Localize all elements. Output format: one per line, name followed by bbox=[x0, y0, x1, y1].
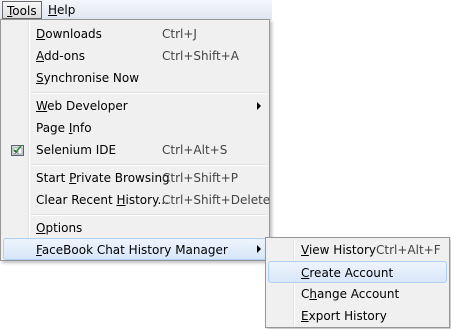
downloads-label: Downloads bbox=[36, 27, 102, 41]
menu-separator bbox=[31, 92, 267, 94]
pageinfo-label: Page Info bbox=[36, 121, 92, 135]
webdev-label: Web Developer bbox=[36, 99, 128, 113]
menu-separator bbox=[31, 214, 267, 216]
menu-separator bbox=[31, 164, 267, 166]
create-account-label: Create Account bbox=[301, 266, 394, 280]
menu-item-downloads[interactable]: Downloads Ctrl+J bbox=[3, 23, 267, 45]
selenium-icon: Se bbox=[11, 145, 24, 156]
submenu-item-view-history[interactable]: View History Ctrl+Alt+F bbox=[268, 239, 447, 261]
addons-shortcut: Ctrl+Shift+A bbox=[162, 49, 239, 63]
menu-item-page-info[interactable]: Page Info bbox=[3, 117, 267, 139]
menu-help[interactable]: Help bbox=[44, 1, 79, 19]
selenium-label: Selenium IDE bbox=[36, 143, 117, 157]
clear-label: Clear Recent History... bbox=[36, 193, 169, 207]
menu-help-mnemonic: H bbox=[48, 3, 58, 17]
menu-item-clear-history[interactable]: Clear Recent History... Ctrl+Shift+Delet… bbox=[3, 189, 271, 211]
submenu-item-create-account[interactable]: Create Account bbox=[268, 261, 447, 283]
view-history-shortcut: Ctrl+Alt+F bbox=[376, 243, 441, 257]
sync-label: Synchronise Now bbox=[36, 71, 140, 85]
submenu-arrow-icon bbox=[257, 245, 261, 253]
menubar: Tools Help bbox=[0, 0, 272, 20]
selenium-shortcut: Ctrl+Alt+S bbox=[162, 143, 228, 157]
menu-tools-label: ools bbox=[12, 4, 37, 18]
view-history-label: View History bbox=[301, 243, 376, 257]
addons-label: Add-ons bbox=[36, 49, 85, 63]
menu-tools[interactable]: Tools bbox=[2, 1, 42, 19]
menu-item-options[interactable]: Options bbox=[3, 217, 267, 239]
menu-item-addons[interactable]: Add-ons Ctrl+Shift+A bbox=[3, 45, 267, 67]
submenu-arrow-icon bbox=[257, 102, 261, 110]
facebook-submenu: View History Ctrl+Alt+F Create Account C… bbox=[265, 237, 450, 328]
menu-item-private-browsing[interactable]: Start Private Browsing Ctrl+Shift+P bbox=[3, 167, 267, 189]
menu-item-synchronise[interactable]: Synchronise Now bbox=[3, 67, 267, 89]
private-label: Start Private Browsing bbox=[36, 171, 170, 185]
export-history-label: Export History bbox=[301, 309, 387, 323]
change-account-label: Change Account bbox=[301, 287, 400, 301]
svg-text:Se: Se bbox=[14, 150, 20, 155]
menu-item-web-developer[interactable]: Web Developer bbox=[3, 95, 267, 117]
menu-item-selenium-ide[interactable]: Se Selenium IDE Ctrl+Alt+S bbox=[3, 139, 267, 161]
tools-menu: Downloads Ctrl+J Add-ons Ctrl+Shift+A Sy… bbox=[0, 19, 270, 261]
fb-label: FaceBook Chat History Manager bbox=[36, 243, 228, 257]
menu-help-label: elp bbox=[57, 3, 76, 17]
options-label: Options bbox=[36, 221, 83, 235]
downloads-shortcut: Ctrl+J bbox=[162, 27, 197, 41]
menu-item-facebook-chat-history-manager[interactable]: FaceBook Chat History Manager bbox=[3, 238, 267, 260]
submenu-item-change-account[interactable]: Change Account bbox=[268, 283, 447, 305]
private-shortcut: Ctrl+Shift+P bbox=[162, 171, 238, 185]
submenu-item-export-history[interactable]: Export History bbox=[268, 305, 447, 327]
clear-shortcut: Ctrl+Shift+Delete bbox=[162, 193, 271, 207]
